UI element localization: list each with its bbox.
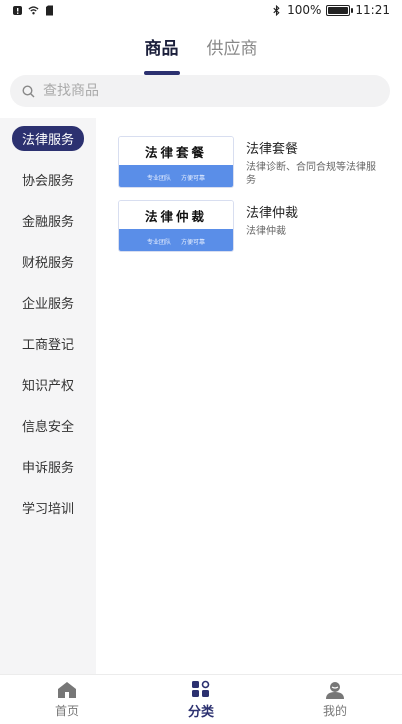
nav-category[interactable]: 分类	[161, 680, 241, 720]
thumbnail-footer: 专业团队 方便可靠	[119, 229, 233, 251]
nav-home[interactable]: 首页	[27, 681, 107, 719]
product-item[interactable]: 法律仲裁 专业团队 方便可靠 法律仲裁 法律仲裁	[118, 200, 388, 264]
thumbnail-tag: 专业团队	[146, 174, 171, 182]
sidebar-item-registration[interactable]: 工商登记	[0, 323, 96, 364]
battery-fill	[328, 6, 349, 14]
product-thumbnail[interactable]: 法律套餐 专业团队 方便可靠	[118, 136, 234, 188]
sidebar-item-training[interactable]: 学习培训	[0, 487, 96, 528]
sidebar-item-label: 法律服务	[11, 126, 84, 151]
thumbnail-header: 法律仲裁	[119, 201, 233, 229]
sim-icon	[46, 5, 53, 15]
thumbnail-tag: 方便可靠	[181, 238, 206, 246]
battery-icon	[326, 4, 354, 16]
search-icon	[22, 84, 35, 97]
nav-profile[interactable]: 我的	[295, 681, 375, 719]
bluetooth-icon	[273, 4, 280, 16]
product-description: 法律仲裁	[246, 226, 286, 237]
sidebar-item-label: 工商登记	[21, 338, 74, 353]
status-time: 11:21	[355, 3, 390, 17]
top-tabs: 商品 供应商	[0, 30, 402, 66]
sidebar-item-label: 学习培训	[21, 502, 74, 517]
thumbnail-tag: 专业团队	[146, 238, 171, 246]
sidebar-item-label: 申诉服务	[21, 461, 74, 476]
sidebar-item-label: 企业服务	[21, 297, 74, 312]
wifi-icon	[28, 5, 39, 14]
product-description: 法律诊断、合同合规等法律服务	[246, 162, 376, 186]
product-thumbnail[interactable]: 法律仲裁 专业团队 方便可靠	[118, 200, 234, 252]
sidebar-item-security[interactable]: 信息安全	[0, 405, 96, 446]
sidebar-item-finance[interactable]: 金融服务	[0, 200, 96, 241]
sidebar-item-label: 知识产权	[21, 379, 74, 394]
sidebar-item-ip[interactable]: 知识产权	[0, 364, 96, 405]
product-info: 法律仲裁 法律仲裁	[246, 200, 376, 264]
sidebar-item-association[interactable]: 协会服务	[0, 159, 96, 200]
category-sidebar: 法律服务 协会服务 金融服务 财税服务 企业服务 工商登记 知识产权 信息安全 …	[0, 118, 96, 674]
product-list: 法律套餐 专业团队 方便可靠 法律套餐 法律诊断、合同合规等法律服务 法律仲裁 …	[118, 136, 388, 264]
thumbnail-title: 法律仲裁	[144, 208, 207, 224]
status-bar: 100% 11:21	[0, 0, 402, 20]
thumbnail-title: 法律套餐	[144, 144, 207, 160]
product-info: 法律套餐 法律诊断、合同合规等法律服务	[246, 136, 376, 200]
nav-label: 我的	[322, 703, 347, 718]
sidebar-item-label: 财税服务	[21, 256, 74, 271]
nav-label: 首页	[54, 703, 79, 718]
tab-products[interactable]: 商品	[145, 30, 179, 66]
search-input[interactable]	[43, 83, 363, 99]
sidebar-item-tax[interactable]: 财税服务	[0, 241, 96, 282]
sidebar-item-appeal[interactable]: 申诉服务	[0, 446, 96, 487]
home-icon	[58, 681, 76, 698]
product-title: 法律套餐	[246, 142, 299, 157]
status-left	[12, 5, 55, 16]
sidebar-item-enterprise[interactable]: 企业服务	[0, 282, 96, 323]
sidebar-item-label: 协会服务	[21, 174, 74, 189]
product-title: 法律仲裁	[246, 206, 299, 221]
thumbnail-footer: 专业团队 方便可靠	[119, 165, 233, 187]
sidebar-item-legal[interactable]: 法律服务	[0, 118, 96, 159]
category-icon	[192, 680, 210, 697]
product-item[interactable]: 法律套餐 专业团队 方便可靠 法律套餐 法律诊断、合同合规等法律服务	[118, 136, 388, 200]
thumbnail-tag: 方便可靠	[181, 174, 206, 182]
battery-percent: 100%	[287, 3, 322, 17]
nav-label: 分类	[187, 704, 214, 720]
bottom-nav: 首页 分类 我的	[0, 674, 402, 724]
tab-suppliers[interactable]: 供应商	[207, 30, 258, 66]
status-right: 100% 11:21	[271, 3, 390, 17]
sidebar-item-label: 金融服务	[21, 215, 74, 230]
notification-icon	[13, 5, 22, 15]
search-bar[interactable]	[10, 75, 390, 107]
thumbnail-header: 法律套餐	[119, 137, 233, 165]
sidebar-item-label: 信息安全	[21, 420, 74, 435]
profile-icon	[326, 681, 344, 699]
